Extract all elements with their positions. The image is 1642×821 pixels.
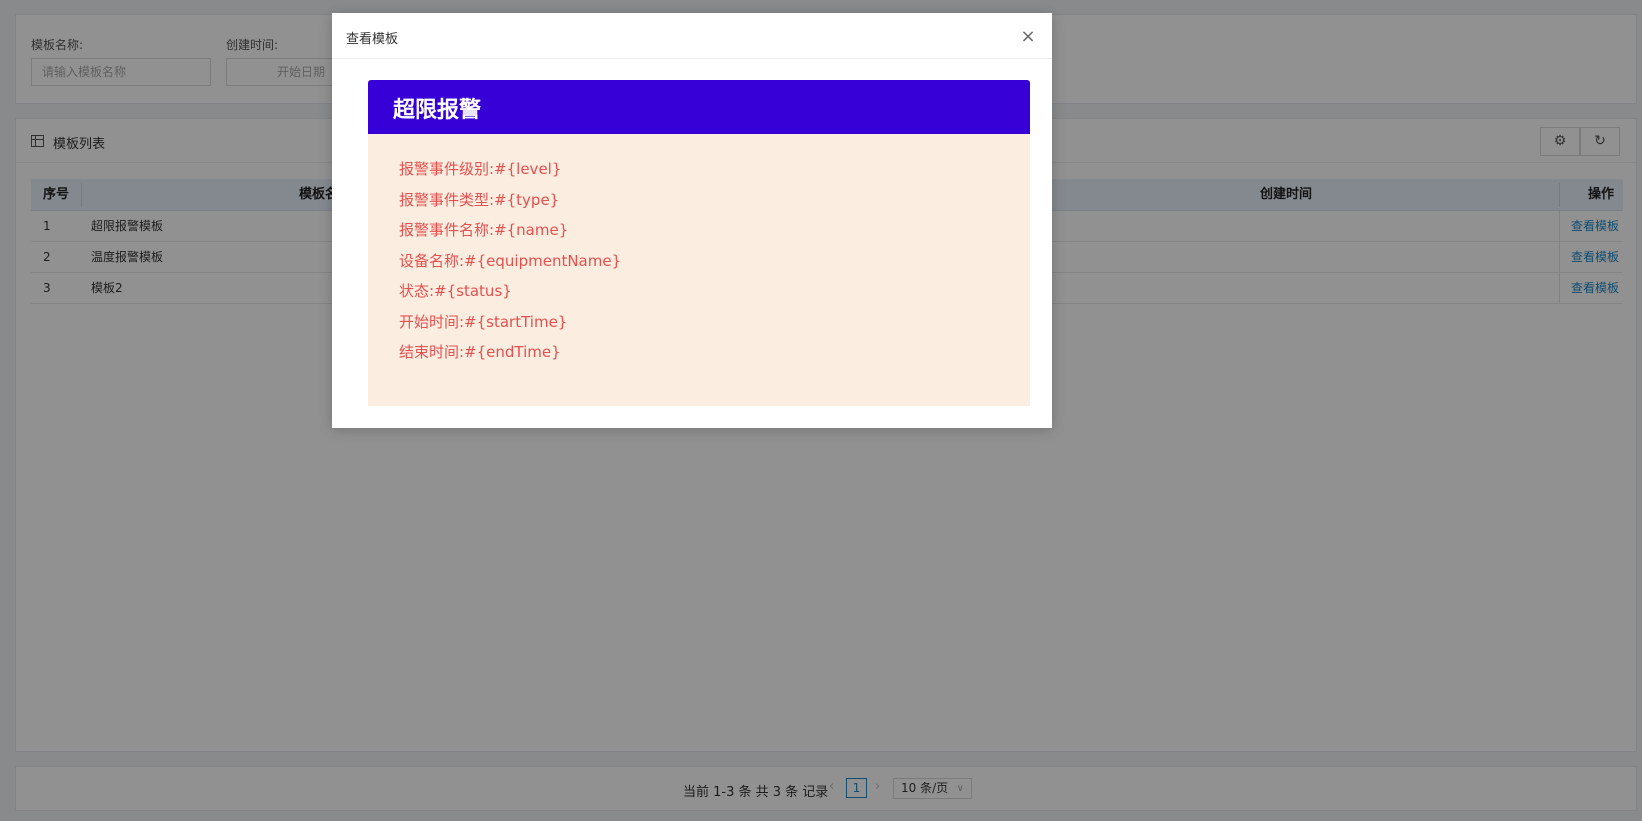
dialog-title: 查看模板	[346, 32, 399, 47]
template-line-equipment: 设备名称:#{equipmentName}	[399, 252, 622, 270]
template-line-type: 报警事件类型:#{type}	[399, 191, 560, 209]
template-line-level: 报警事件级别:#{level}	[399, 160, 562, 178]
template-line-end-time: 结束时间:#{endTime}	[399, 343, 561, 361]
template-header-title: 超限报警	[393, 98, 482, 123]
template-line-start-time: 开始时间:#{startTime}	[399, 313, 568, 331]
close-icon[interactable]: ×	[1017, 26, 1039, 48]
view-template-dialog: 查看模板 × 超限报警 报警事件级别:#{level} 报警事件类型:#{typ…	[332, 13, 1052, 428]
template-line-name: 报警事件名称:#{name}	[399, 221, 569, 239]
template-line-status: 状态:#{status}	[399, 282, 512, 300]
template-preview: 超限报警 报警事件级别:#{level} 报警事件类型:#{type} 报警事件…	[368, 80, 1030, 406]
template-header: 超限报警	[368, 80, 1030, 134]
dialog-divider	[332, 58, 1052, 59]
